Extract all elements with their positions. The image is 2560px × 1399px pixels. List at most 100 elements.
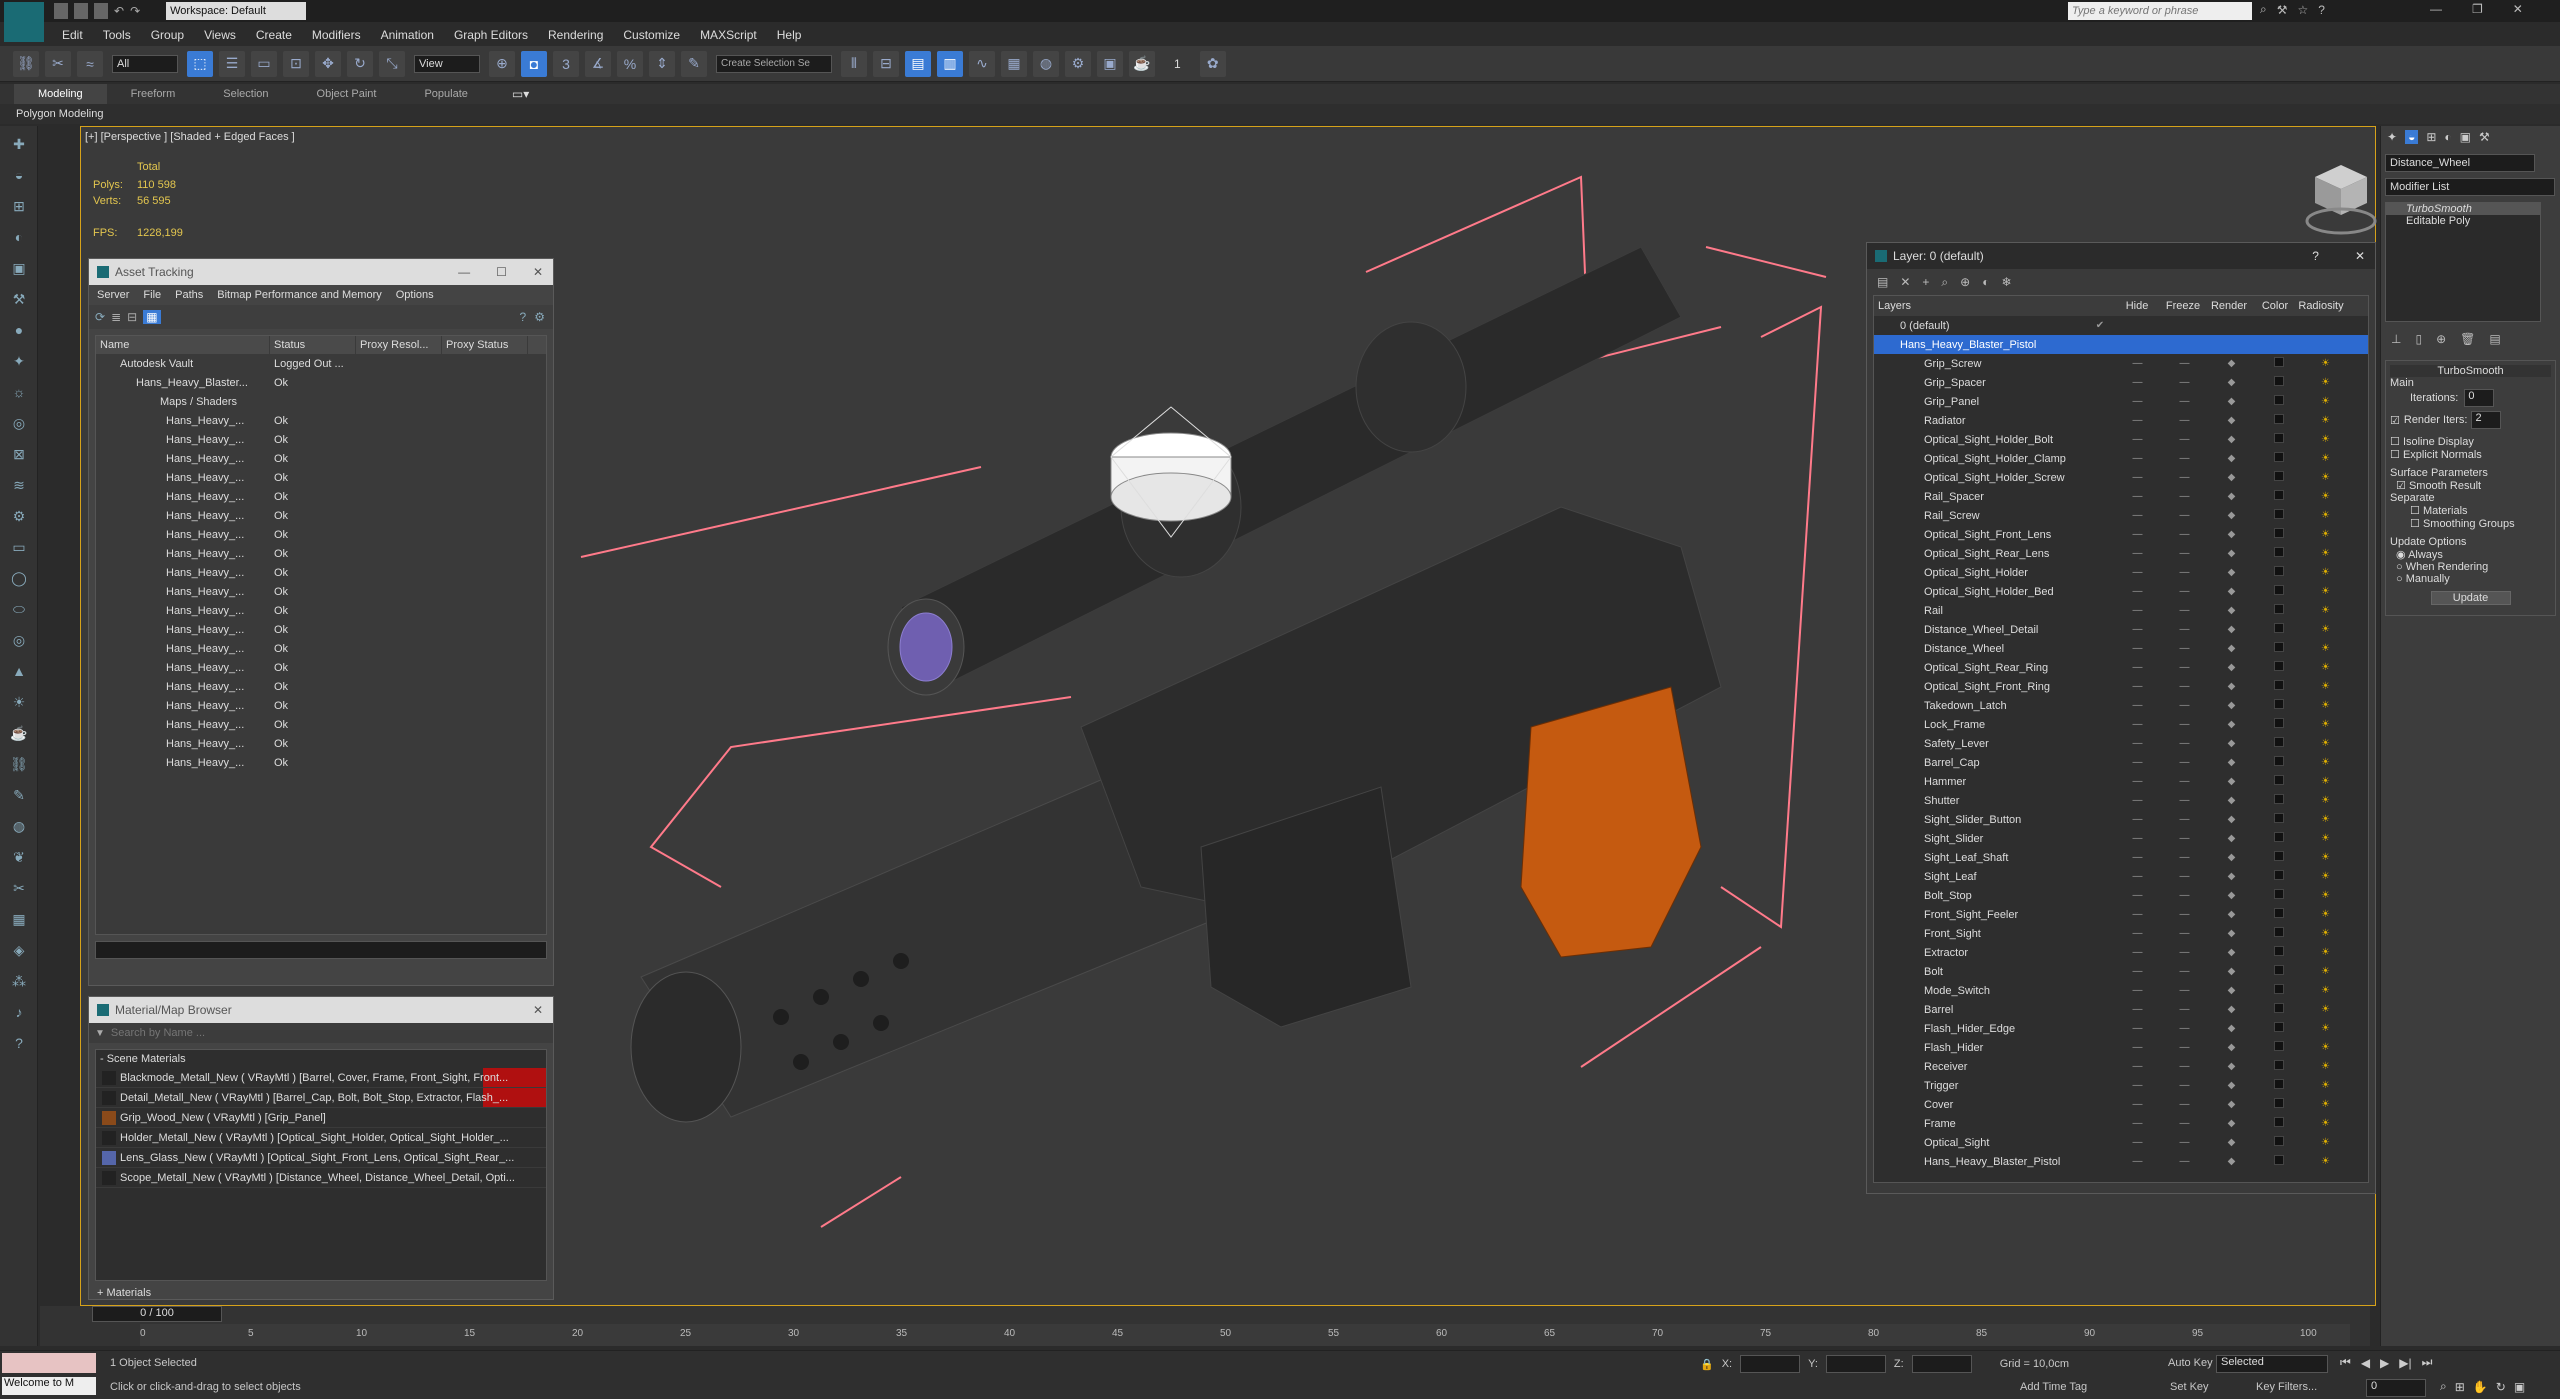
layer-object-row[interactable]: Sight_Slider — — ◆ ☀ (1874, 829, 2368, 848)
next-frame-icon[interactable]: ▶| (2399, 1356, 2411, 1370)
render-toggle-icon[interactable]: ◆ (2208, 1099, 2255, 1110)
render-toggle-icon[interactable]: ◆ (2208, 643, 2255, 654)
hide-toggle-icon[interactable]: — (2114, 852, 2161, 863)
sphere-icon[interactable]: ◯ (6, 565, 32, 591)
color-swatch-icon[interactable] (2255, 832, 2302, 845)
new-file-icon[interactable] (54, 3, 68, 19)
freeze-toggle-icon[interactable]: — (2161, 1099, 2208, 1110)
box-icon[interactable]: ▭ (6, 534, 32, 560)
render-toggle-icon[interactable]: ◆ (2208, 947, 2255, 958)
hide-toggle-icon[interactable]: — (2114, 396, 2161, 407)
display-icon[interactable]: ▣ (6, 255, 32, 281)
menu-modifiers[interactable]: Modifiers (302, 24, 371, 46)
bind-icon[interactable]: ≈ (77, 50, 103, 77)
radiosity-toggle-icon[interactable]: ☀ (2302, 567, 2349, 578)
layer-object-row[interactable]: Distance_Wheel — — ◆ ☀ (1874, 639, 2368, 658)
render-toggle-icon[interactable]: ◆ (2208, 833, 2255, 844)
freeze-toggle-icon[interactable]: — (2161, 1042, 2208, 1053)
freeze-toggle-icon[interactable]: — (2161, 1061, 2208, 1072)
select-manipulate-icon[interactable]: ◘ (521, 50, 547, 77)
asset-tracking-titlebar[interactable]: Asset Tracking — ☐ ✕ (89, 259, 553, 285)
layer-object-row[interactable]: Sight_Slider_Button — — ◆ ☀ (1874, 810, 2368, 829)
material-editor-icon[interactable]: ◍ (1033, 50, 1059, 77)
minimize-icon[interactable]: — (458, 265, 470, 279)
orbit-icon[interactable]: ↻ (2496, 1380, 2506, 1394)
key-mode-dropdown[interactable]: Selected (2216, 1355, 2328, 1373)
remove-modifier-icon[interactable]: 🗑 (2460, 332, 2475, 346)
z-coordinate-field[interactable] (1911, 1355, 1972, 1373)
radiosity-toggle-icon[interactable]: ☀ (2302, 1156, 2349, 1167)
layer-object-row[interactable]: Radiator — — ◆ ☀ (1874, 411, 2368, 430)
table-row[interactable]: Hans_Heavy_Blaster... Ok (96, 374, 546, 393)
freeze-toggle-icon[interactable]: — (2161, 1118, 2208, 1129)
help-icon[interactable]: ? (2318, 3, 2325, 17)
render-toggle-icon[interactable]: ◆ (2208, 852, 2255, 863)
ribbon-tab-freeform[interactable]: Freeform (107, 84, 200, 104)
snap-toggle-icon[interactable]: 3 (553, 50, 579, 77)
hide-toggle-icon[interactable]: — (2114, 662, 2161, 673)
radiosity-toggle-icon[interactable]: ☀ (2302, 1061, 2349, 1072)
table-row[interactable]: Hans_Heavy_... Ok (96, 412, 546, 431)
color-swatch-icon[interactable] (2255, 376, 2302, 389)
render-toggle-icon[interactable]: ◆ (2208, 700, 2255, 711)
shapes-icon[interactable]: ✦ (6, 348, 32, 374)
radiosity-toggle-icon[interactable]: ☀ (2302, 529, 2349, 540)
freeze-toggle-icon[interactable]: — (2161, 776, 2208, 787)
render-toggle-icon[interactable]: ◆ (2208, 1061, 2255, 1072)
color-swatch-icon[interactable] (2255, 357, 2302, 370)
hide-toggle-icon[interactable]: — (2114, 871, 2161, 882)
hide-toggle-icon[interactable]: — (2114, 1061, 2161, 1072)
table-row[interactable]: Maps / Shaders (96, 393, 546, 412)
layer-column-header[interactable]: Freeze (2160, 300, 2206, 312)
hide-toggle-icon[interactable]: — (2114, 358, 2161, 369)
ribbon-toggle-icon[interactable]: ▥ (937, 50, 963, 77)
render-toggle-icon[interactable]: ◆ (2208, 567, 2255, 578)
sun-icon[interactable]: ☀ (6, 689, 32, 715)
freeze-toggle-icon[interactable]: — (2161, 833, 2208, 844)
layer-object-row[interactable]: Lock_Frame — — ◆ ☀ (1874, 715, 2368, 734)
tree-icon[interactable]: ⊟ (127, 310, 137, 324)
selection-filter-dropdown[interactable]: All (112, 54, 178, 73)
table-row[interactable]: Hans_Heavy_... Ok (96, 678, 546, 697)
ribbon-tab-populate[interactable]: Populate (400, 84, 491, 104)
modify-tab-icon[interactable]: ◒ (2405, 130, 2419, 144)
hide-toggle-icon[interactable]: — (2114, 833, 2161, 844)
radiosity-toggle-icon[interactable]: ☀ (2302, 662, 2349, 673)
rotate-icon[interactable]: ↻ (347, 50, 373, 77)
color-swatch-icon[interactable] (2255, 566, 2302, 579)
color-swatch-icon[interactable] (2255, 794, 2302, 807)
material-item[interactable]: Lens_Glass_New ( VRayMtl ) [Optical_Sigh… (96, 1148, 546, 1168)
freeze-toggle-icon[interactable]: — (2161, 985, 2208, 996)
freeze-toggle-icon[interactable]: — (2161, 377, 2208, 388)
delete-layer-icon[interactable]: ✕ (1900, 275, 1910, 289)
open-file-icon[interactable] (74, 3, 88, 19)
layer-object-row[interactable]: Optical_Sight — — ◆ ☀ (1874, 1133, 2368, 1152)
table-row[interactable]: Hans_Heavy_... Ok (96, 450, 546, 469)
radiosity-toggle-icon[interactable]: ☀ (2302, 1137, 2349, 1148)
layer-object-row[interactable]: Trigger — — ◆ ☀ (1874, 1076, 2368, 1095)
hair-icon[interactable]: ✂ (6, 875, 32, 901)
freeze-toggle-icon[interactable]: — (2161, 890, 2208, 901)
utilities-icon[interactable]: ⚒ (6, 286, 32, 312)
search-icon[interactable]: ⌕ (2260, 2, 2267, 17)
hide-toggle-icon[interactable]: — (2114, 377, 2161, 388)
menu-group[interactable]: Group (141, 24, 194, 46)
table-view-icon[interactable]: ▦ (143, 310, 161, 324)
object-name-field[interactable]: Distance_Wheel (2385, 154, 2535, 172)
asset-tracking-dialog[interactable]: Asset Tracking — ☐ ✕ Server File Paths Bitm… (88, 258, 554, 986)
hide-toggle-icon[interactable]: — (2114, 643, 2161, 654)
lights-icon[interactable]: ☼ (6, 379, 32, 405)
render-toggle-icon[interactable]: ◆ (2208, 719, 2255, 730)
menu-edit[interactable]: Edit (52, 24, 93, 46)
render-toggle-icon[interactable]: ◆ (2208, 453, 2255, 464)
color-swatch-icon[interactable] (2255, 642, 2302, 655)
render-toggle-icon[interactable]: ◆ (2208, 377, 2255, 388)
unlink-icon[interactable]: ✂ (45, 50, 71, 77)
cone-icon[interactable]: ▲ (6, 658, 32, 684)
zoom-all-icon[interactable]: ⊞ (2455, 1380, 2465, 1394)
color-swatch-icon[interactable] (2255, 756, 2302, 769)
layer-column-header[interactable]: Radiosity (2298, 300, 2344, 312)
radiosity-toggle-icon[interactable]: ☀ (2302, 985, 2349, 996)
color-swatch-icon[interactable] (2255, 623, 2302, 636)
configure-sets-icon[interactable]: ▤ (2489, 332, 2500, 346)
